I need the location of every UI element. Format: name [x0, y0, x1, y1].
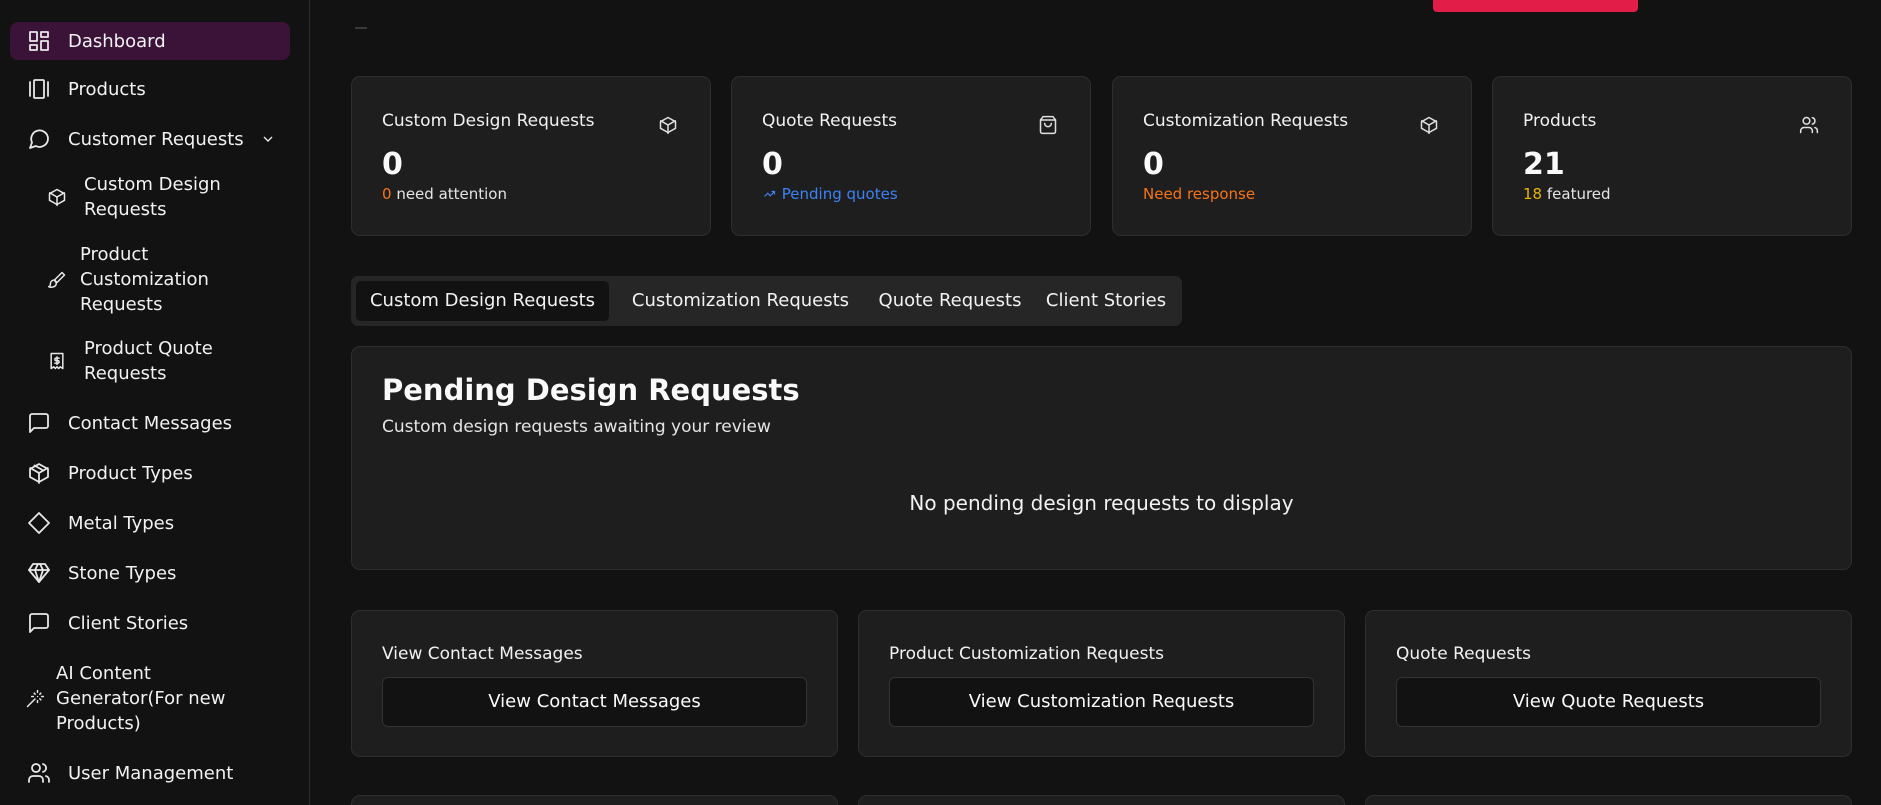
diamond-icon [26, 510, 52, 536]
sidebar-item-label: Stone Types [68, 562, 177, 584]
bottom-card [1365, 795, 1852, 805]
stat-value: 0 [762, 147, 783, 182]
tab-client-stories[interactable]: Client Stories [1036, 281, 1176, 321]
sidebar-item-label: Product Types [68, 462, 193, 484]
shopping-bag-icon [1038, 115, 1058, 135]
sidebar-item-product-types[interactable]: Product Types [10, 458, 290, 488]
sidebar-item-metal-types[interactable]: Metal Types [10, 508, 290, 538]
view-contact-messages-button[interactable]: View Contact Messages [382, 677, 807, 727]
dashboard-icon [26, 28, 52, 54]
stat-subtext-label: Pending quotes [781, 185, 898, 203]
products-icon [26, 76, 52, 102]
sidebar-item-dashboard[interactable]: Dashboard [10, 22, 290, 60]
sidebar-subitem-custom-design-requests[interactable]: Custom Design Requests [44, 172, 221, 222]
sidebar-item-customer-requests[interactable]: Customer Requests [10, 124, 290, 154]
package-icon [1419, 115, 1439, 135]
stat-subtext: 0 need attention [382, 185, 507, 203]
stat-title: Customization Requests [1143, 111, 1349, 131]
sidebar-subitem-product-customization-requests[interactable]: Product Customization Requests [44, 242, 209, 317]
sidebar-item-products[interactable]: Products [10, 74, 290, 104]
stat-subtext: Pending quotes [762, 185, 898, 203]
sidebar-item-client-stories[interactable]: Client Stories [10, 608, 290, 638]
stat-value: 21 [1523, 147, 1565, 182]
tab-customization-requests[interactable]: Customization Requests [613, 281, 868, 321]
stat-subtext: 18 featured [1523, 185, 1611, 203]
stat-highlight: 0 [382, 185, 392, 203]
message-square-icon [26, 410, 52, 436]
message-square-icon [26, 610, 52, 636]
sidebar-subitem-label: Requests [80, 294, 163, 315]
stat-title: Products [1523, 111, 1597, 131]
stat-highlight: 18 [1523, 185, 1543, 203]
empty-state-message: No pending design requests to display [909, 491, 1294, 515]
stat-card-products: Products 21 18 featured [1492, 76, 1852, 236]
action-card-title: View Contact Messages [382, 644, 583, 664]
sidebar: Dashboard Products Customer Requests Cus… [0, 0, 310, 805]
sidebar-subitem-label: Product Quote [84, 338, 213, 359]
stat-card-customization-requests: Customization Requests 0 Need response [1112, 76, 1472, 236]
action-card-contact-messages: View Contact Messages View Contact Messa… [351, 610, 838, 757]
sidebar-item-label: Generator(For new [56, 688, 226, 709]
sidebar-item-label: Dashboard [68, 30, 166, 52]
sidebar-item-label: Contact Messages [68, 412, 233, 434]
sidebar-item-label: Client Stories [68, 612, 189, 634]
sidebar-subitem-label: Requests [84, 363, 167, 384]
gem-icon [26, 560, 52, 586]
action-card-customization-requests: Product Customization Requests View Cust… [858, 610, 1345, 757]
action-card-quote-requests: Quote Requests View Quote Requests [1365, 610, 1852, 757]
package-icon [44, 184, 70, 210]
magic-wand-icon [22, 686, 48, 712]
action-card-title: Product Customization Requests [889, 644, 1165, 664]
sidebar-item-label: Products) [56, 713, 141, 734]
action-card-title: Quote Requests [1396, 644, 1531, 664]
stat-title: Quote Requests [762, 111, 897, 131]
stat-card-custom-design: Custom Design Requests 0 0 need attentio… [351, 76, 711, 236]
request-tabs: Custom Design Requests Customization Req… [351, 276, 1182, 326]
pending-design-requests-panel: Pending Design Requests Custom design re… [351, 346, 1852, 570]
sidebar-item-label: Customer Requests [68, 128, 244, 150]
sidebar-item-stone-types[interactable]: Stone Types [10, 558, 290, 588]
bottom-card [858, 795, 1345, 805]
view-customization-requests-button[interactable]: View Customization Requests [889, 677, 1314, 727]
stat-value: 0 [382, 147, 403, 182]
package-icon [658, 115, 678, 135]
sidebar-subitem-label: Custom Design [84, 174, 221, 195]
stat-card-quote-requests: Quote Requests 0 Pending quotes [731, 76, 1091, 236]
stat-title: Custom Design Requests [382, 111, 595, 131]
view-quote-requests-button[interactable]: View Quote Requests [1396, 677, 1821, 727]
sidebar-subitem-label: Product [80, 244, 149, 265]
users-icon [26, 760, 52, 786]
sidebar-subitem-label: Customization [80, 269, 209, 290]
sidebar-item-contact-messages[interactable]: Contact Messages [10, 408, 290, 438]
app-root: Dashboard Products Customer Requests Cus… [0, 0, 1881, 805]
sidebar-subitem-product-quote-requests[interactable]: Product Quote Requests [44, 336, 213, 386]
chevron-down-icon[interactable] [260, 131, 276, 147]
receipt-dollar-icon [44, 348, 70, 374]
panel-subtitle: Custom design requests awaiting your rev… [382, 417, 771, 437]
header-divider [355, 27, 367, 29]
package-icon [26, 460, 52, 486]
stat-value: 0 [1143, 147, 1164, 182]
sidebar-item-label: User Management [68, 762, 234, 784]
stat-subtext-label: need attention [391, 185, 507, 203]
trending-up-icon [762, 186, 777, 198]
message-circle-icon [26, 126, 52, 152]
sidebar-item-label: Products [68, 78, 146, 100]
brush-icon [44, 267, 70, 293]
sidebar-item-ai-content-generator[interactable]: AI Content Generator(For new Products) [22, 661, 225, 736]
bottom-card [351, 795, 838, 805]
stat-subtext-label: featured [1542, 185, 1611, 203]
sidebar-item-label: AI Content [56, 663, 151, 684]
panel-title: Pending Design Requests [382, 373, 800, 407]
users-icon [1799, 115, 1819, 135]
sidebar-item-label: Metal Types [68, 512, 175, 534]
tab-quote-requests[interactable]: Quote Requests [869, 281, 1031, 321]
tab-custom-design-requests[interactable]: Custom Design Requests [356, 281, 609, 321]
sidebar-subitem-label: Requests [84, 199, 167, 220]
stat-subtext: Need response [1143, 185, 1256, 203]
header-action-button[interactable] [1433, 0, 1638, 12]
sidebar-item-user-management[interactable]: User Management [10, 758, 290, 788]
